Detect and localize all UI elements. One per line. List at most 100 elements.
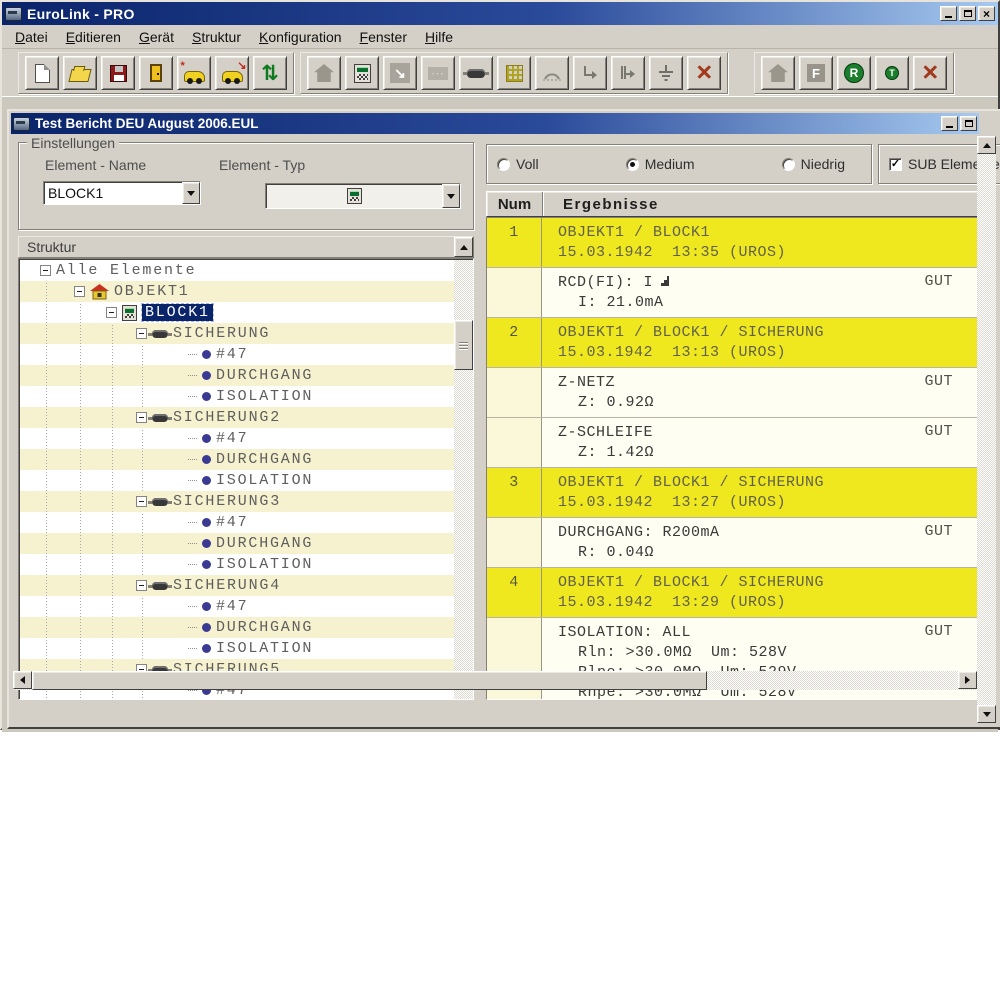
horizontal-scrollbar-thumb[interactable] (32, 671, 707, 690)
column-num[interactable]: Num (487, 196, 542, 213)
save-floppy-button[interactable] (101, 56, 135, 90)
tree-expander-icon[interactable] (40, 265, 51, 276)
delete-x-button[interactable]: × (913, 56, 947, 90)
tree-expander-icon[interactable] (106, 307, 117, 318)
document-titlebar[interactable]: Test Bericht DEU August 2006.EUL (11, 113, 979, 134)
tree-item-47[interactable]: #47 (20, 512, 454, 533)
document-horizontal-scrollbar[interactable] (13, 671, 977, 690)
minimize-button[interactable] (940, 6, 957, 21)
car-send-button[interactable]: ↘ (215, 56, 249, 90)
radio-label: Medium (645, 156, 695, 172)
scroll-right-button[interactable] (958, 671, 977, 689)
tree-expander-icon[interactable] (136, 328, 147, 339)
corner-arrow-bars-button[interactable] (611, 56, 645, 90)
menu-item-datei[interactable]: Datei (6, 26, 57, 48)
radio-checked-icon[interactable] (626, 158, 639, 171)
menu-item-editieren[interactable]: Editieren (57, 26, 130, 48)
tree-item-sicherung[interactable]: SICHERUNG (20, 323, 454, 344)
scroll-down-button[interactable] (977, 705, 996, 723)
close-button[interactable]: × (978, 6, 995, 21)
column-ergebnisse[interactable]: Ergebnisse (543, 196, 659, 213)
document-minimize-button[interactable] (941, 116, 958, 131)
menu-item-struktur[interactable]: Struktur (183, 26, 250, 48)
tree-item-isolation[interactable]: ISOLATION (20, 554, 454, 575)
corner-arrow-button[interactable] (573, 56, 607, 90)
radio-unchecked-icon[interactable] (497, 158, 510, 171)
menu-item-konfiguration[interactable]: Konfiguration (250, 26, 351, 48)
scroll-left-button[interactable] (13, 671, 32, 689)
chart-arrow-button[interactable]: ↘ (383, 56, 417, 90)
sync-arrows-button[interactable]: ⇅ (253, 56, 287, 90)
open-folder-button[interactable] (63, 56, 97, 90)
tree-item-isolation[interactable]: ISOLATION (20, 638, 454, 659)
grid-board-button[interactable] (497, 56, 531, 90)
test-result[interactable]: RCD(FI): IGUTI: 21.0mA (487, 268, 981, 318)
f-square-button[interactable]: F (799, 56, 833, 90)
calculator-button[interactable] (345, 56, 379, 90)
document-restore-button[interactable] (960, 116, 977, 131)
bullet-icon (202, 623, 211, 632)
notes-gray-button[interactable]: ∙∙∙ (421, 56, 455, 90)
tree-expander-icon[interactable] (136, 580, 147, 591)
new-document-button[interactable] (25, 56, 59, 90)
t-badge-button[interactable]: T (875, 56, 909, 90)
car-receive-button[interactable]: * (177, 56, 211, 90)
element-typ-dropdown-button[interactable] (442, 184, 460, 208)
restore-button[interactable] (959, 6, 976, 21)
main-window: EuroLink - PRO × DateiEditierenGerätStru… (0, 0, 1000, 730)
tree-item-durchgang[interactable]: DURCHGANG (20, 365, 454, 386)
tree-item-block1[interactable]: BLOCK1 (20, 302, 454, 323)
document-vertical-scrollbar[interactable] (977, 136, 996, 723)
house-gray-button[interactable] (761, 56, 795, 90)
test-result[interactable]: Z-NETZGUTZ: 0.92Ω (487, 368, 981, 418)
test-result[interactable]: DURCHGANG: R200mAGUTR: 0.04Ω (487, 518, 981, 568)
main-titlebar[interactable]: EuroLink - PRO × (2, 2, 998, 25)
tree-item-label: #47 (216, 430, 248, 447)
tree-item-sicherung4[interactable]: SICHERUNG4 (20, 575, 454, 596)
fuse-button[interactable] (459, 56, 493, 90)
delete-x-button[interactable]: × (687, 56, 721, 90)
test-result[interactable]: Z-SCHLEIFEGUTZ: 1.42Ω (487, 418, 981, 468)
menu-item-gerät[interactable]: Gerät (130, 26, 183, 48)
tree-item-sicherung2[interactable]: SICHERUNG2 (20, 407, 454, 428)
result-entry-header[interactable]: 4OBJEKT1 / BLOCK1 / SICHERUNG15.03.1942 … (487, 568, 981, 618)
result-entry-header[interactable]: 3OBJEKT1 / BLOCK1 / SICHERUNG15.03.1942 … (487, 468, 981, 518)
detail-option-niedrig[interactable]: Niedrig (782, 156, 845, 172)
tree-expander-icon[interactable] (136, 412, 147, 423)
tree-scrollbar-thumb[interactable] (454, 320, 473, 370)
tree-item-durchgang[interactable]: DURCHGANG (20, 533, 454, 554)
tree-expander-icon[interactable] (136, 496, 147, 507)
result-entry-header[interactable]: 2OBJEKT1 / BLOCK1 / SICHERUNG15.03.1942 … (487, 318, 981, 368)
tree-item-durchgang[interactable]: DURCHGANG (20, 449, 454, 470)
tree-item-isolation[interactable]: ISOLATION (20, 470, 454, 491)
tree-item-isolation[interactable]: ISOLATION (20, 386, 454, 407)
tree-item-47[interactable]: #47 (20, 596, 454, 617)
tree-scroll-up-button[interactable] (454, 237, 473, 257)
tree-item-sicherung3[interactable]: SICHERUNG3 (20, 491, 454, 512)
element-name-label: Element - Name (45, 157, 146, 173)
tree-item-47[interactable]: #47 (20, 428, 454, 449)
exit-door-button[interactable] (139, 56, 173, 90)
element-name-dropdown-button[interactable] (182, 182, 200, 204)
delete-x-icon: × (921, 63, 939, 83)
tree-item-47[interactable]: #47 (20, 344, 454, 365)
element-typ-combobox[interactable] (265, 183, 461, 209)
r-badge-button[interactable]: R (837, 56, 871, 90)
tree-vertical-scrollbar[interactable] (454, 260, 473, 699)
tree-item-alleelemente[interactable]: Alle Elemente (20, 260, 454, 281)
cable-arch-button[interactable] (535, 56, 569, 90)
detail-option-medium[interactable]: Medium (626, 156, 695, 172)
detail-option-voll[interactable]: Voll (497, 156, 539, 172)
tree-item-durchgang[interactable]: DURCHGANG (20, 617, 454, 638)
tree-item-objekt1[interactable]: OBJEKT1 (20, 281, 454, 302)
scroll-up-button[interactable] (977, 136, 996, 154)
menu-item-hilfe[interactable]: Hilfe (416, 26, 462, 48)
element-name-combobox[interactable]: BLOCK1 (43, 181, 201, 205)
tree-expander-icon[interactable] (74, 286, 85, 297)
radio-unchecked-icon[interactable] (782, 158, 795, 171)
house-gray-button[interactable] (307, 56, 341, 90)
ground-symbol-button[interactable] (649, 56, 683, 90)
checkbox-checked-icon[interactable]: ✓ (889, 158, 902, 171)
result-entry-header[interactable]: 1OBJEKT1 / BLOCK115.03.1942 13:35 (UROS) (487, 218, 981, 268)
menu-item-fenster[interactable]: Fenster (351, 26, 416, 48)
